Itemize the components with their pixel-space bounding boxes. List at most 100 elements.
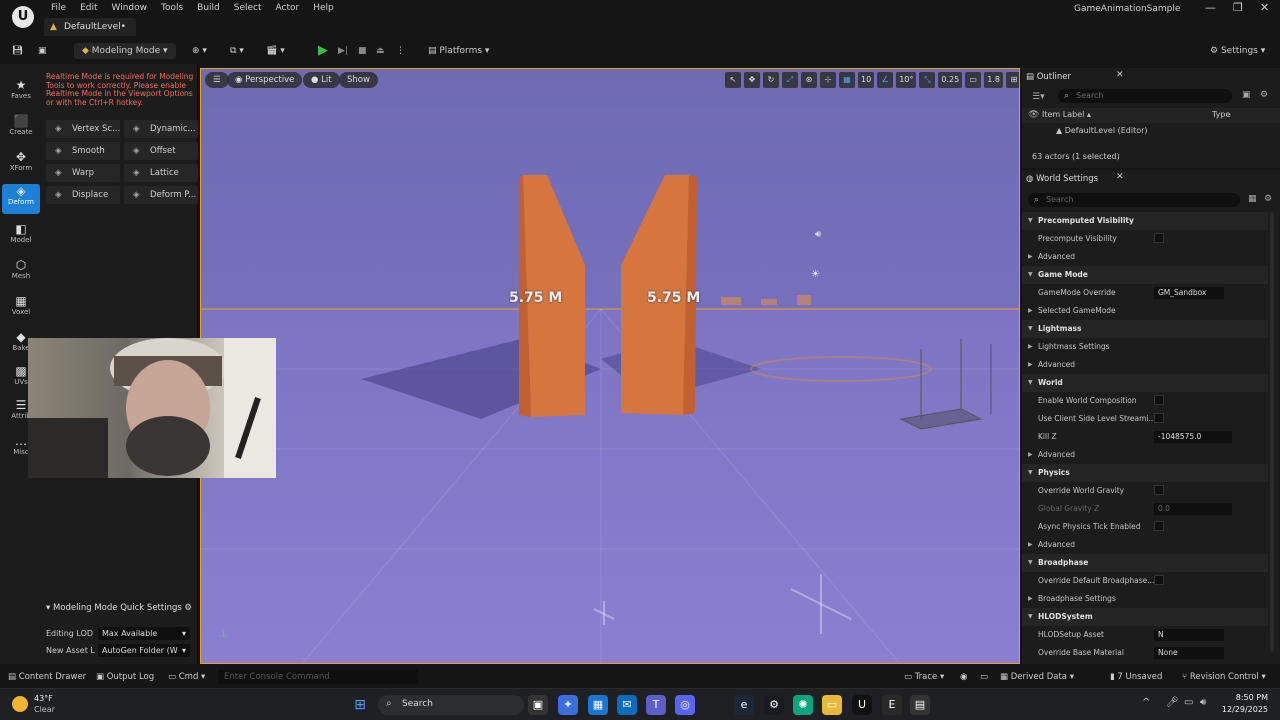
details-category[interactable]: ▼ HLODSystem: [1022, 608, 1268, 626]
tool-smooth[interactable]: ◈ Smooth: [46, 142, 120, 160]
unreal-logo-icon[interactable]: U: [12, 6, 34, 28]
derived-data-button[interactable]: ▦ Derived Data ▾: [1000, 668, 1074, 686]
category-faves[interactable]: ★ Faves: [2, 78, 40, 108]
world-space-icon[interactable]: ⊛: [801, 72, 817, 88]
close-icon[interactable]: ✕: [1116, 172, 1124, 182]
maximize-viewport-icon[interactable]: ⊞: [1005, 72, 1019, 88]
play-button[interactable]: ▶: [318, 43, 328, 59]
save-icon[interactable]: 💾︎: [12, 43, 23, 59]
tool-deform-p[interactable]: ◈ Deform P...: [124, 186, 198, 204]
expand-caret-icon[interactable]: ▶: [1028, 446, 1033, 464]
new-asset-select[interactable]: AutoGen Folder (W ▾: [98, 644, 190, 657]
menu-build[interactable]: Build: [190, 2, 227, 15]
revision-control-button[interactable]: ⑂ Revision Control ▾: [1182, 668, 1266, 686]
menu-actor[interactable]: Actor: [269, 2, 307, 15]
expand-caret-icon[interactable]: ▼: [1028, 212, 1033, 230]
gear-icon[interactable]: ⚙: [1260, 90, 1268, 100]
grid-snap-icon[interactable]: ▦: [839, 72, 855, 88]
cmd-dropdown[interactable]: ▭ Cmd ▾: [168, 668, 205, 686]
table-view-icon[interactable]: ▦: [1248, 194, 1257, 204]
rotation-snap-value[interactable]: 10°: [896, 72, 917, 88]
chatgpt-icon[interactable]: ✺: [793, 695, 813, 715]
property-select[interactable]: None: [1154, 647, 1224, 659]
menu-edit[interactable]: Edit: [73, 2, 104, 15]
mode-dropdown[interactable]: ◆ Modeling Mode ▾: [74, 43, 176, 59]
property-select[interactable]: GM_Sandbox: [1154, 287, 1224, 299]
close-window-button[interactable]: ✕: [1260, 1, 1269, 14]
edge-icon[interactable]: e: [734, 695, 754, 715]
camera-speed-icon[interactable]: ▭: [965, 72, 982, 88]
scale-snap-value[interactable]: 0.25: [938, 72, 963, 88]
expand-caret-icon[interactable]: ▼: [1028, 554, 1033, 572]
rotation-snap-icon[interactable]: ∠: [877, 72, 894, 88]
menu-tools[interactable]: Tools: [154, 2, 190, 15]
unsaved-button[interactable]: ▮ 7 Unsaved: [1110, 668, 1162, 686]
grid-snap-value[interactable]: 10: [858, 72, 875, 88]
content-drawer-button[interactable]: ▤ Content Drawer: [8, 668, 86, 686]
expand-caret-icon[interactable]: ▶: [1028, 248, 1033, 266]
blueprint-icon[interactable]: ⧉ ▾: [230, 43, 244, 59]
tool-vertex-sc[interactable]: ◈ Vertex Sc...: [46, 120, 120, 138]
property-checkbox[interactable]: [1154, 575, 1164, 587]
details-category[interactable]: ▼ Precomputed Visibility: [1022, 212, 1268, 230]
store-icon[interactable]: ▦: [588, 695, 608, 715]
gear-icon[interactable]: ⚙: [1264, 194, 1272, 204]
weather-icon[interactable]: [12, 696, 28, 712]
property-field[interactable]: 0.0: [1154, 503, 1232, 515]
quick-settings-header[interactable]: ▾ Modeling Mode Quick Settings ⚙: [42, 600, 198, 616]
property-field[interactable]: -1048575.0: [1154, 431, 1232, 443]
settings-button[interactable]: ⚙ Settings ▾: [1210, 43, 1265, 59]
rotate-tool-icon[interactable]: ↻: [763, 72, 779, 88]
camera-speed-value[interactable]: 1.8: [984, 72, 1003, 88]
menu-file[interactable]: File: [44, 2, 73, 15]
expand-caret-icon[interactable]: ▼: [1028, 320, 1033, 338]
advance-frame-button[interactable]: ▶|: [338, 43, 348, 59]
file-explorer-icon[interactable]: ▭: [822, 695, 842, 715]
windows-start-icon[interactable]: ⊞: [350, 695, 370, 715]
category-model[interactable]: ◧ Model: [2, 222, 40, 252]
viewport-menu-button[interactable]: ☰: [205, 72, 229, 88]
steam-icon[interactable]: ⚙: [764, 695, 784, 715]
details-row[interactable]: ▶ Advanced: [1022, 248, 1268, 266]
details-row[interactable]: ▶ Lightmass Settings: [1022, 338, 1268, 356]
property-checkbox[interactable]: [1154, 413, 1164, 425]
details-row[interactable]: ▶ Broadphase Settings: [1022, 590, 1268, 608]
clock-time[interactable]: 8:50 PM: [1212, 693, 1268, 702]
expand-caret-icon[interactable]: ▶: [1028, 356, 1033, 374]
details-row[interactable]: ▶ Selected GameMode: [1022, 302, 1268, 320]
expand-caret-icon[interactable]: ▶: [1028, 302, 1033, 320]
category-voxel[interactable]: ▦ Voxel: [2, 294, 40, 324]
move-tool-icon[interactable]: ✥: [744, 72, 760, 88]
property-checkbox[interactable]: [1154, 233, 1164, 245]
minimize-button[interactable]: —: [1205, 1, 1216, 14]
outlook-icon[interactable]: ✉: [617, 695, 637, 715]
eject-button[interactable]: ⏏: [376, 43, 385, 59]
discord-icon[interactable]: ◎: [675, 695, 695, 715]
play-options-icon[interactable]: ⋮: [396, 43, 405, 59]
close-icon[interactable]: ✕: [1116, 70, 1124, 80]
select-tool-icon[interactable]: ↖: [725, 72, 741, 88]
editing-lod-select[interactable]: Max Available ▾: [98, 627, 190, 640]
tool-displace[interactable]: ◈ Displace: [46, 186, 120, 204]
derived-data-icon[interactable]: ▭: [980, 668, 988, 686]
tool-offset[interactable]: ◈ Offset: [124, 142, 198, 160]
type-header[interactable]: Type: [1212, 110, 1230, 119]
scale-snap-icon[interactable]: ⤡: [919, 72, 936, 88]
expand-caret-icon[interactable]: ▶: [1028, 338, 1033, 356]
details-search-input[interactable]: Search: [1028, 193, 1240, 207]
add-actor-icon[interactable]: ⊕ ▾: [192, 43, 207, 59]
trace-button[interactable]: ▭ Trace ▾: [904, 668, 944, 686]
level-viewport[interactable]: ☰ ◉ Perspective ● Lit Show ↖ ✥ ↻ ⤢ ⊛ ⊹ ▦…: [200, 68, 1020, 664]
property-checkbox[interactable]: [1154, 395, 1164, 407]
unreal-taskbar-icon[interactable]: U: [852, 695, 872, 715]
property-checkbox[interactable]: [1154, 485, 1164, 497]
filter-icon[interactable]: ☰▾: [1032, 92, 1045, 102]
teams-icon[interactable]: T: [646, 695, 666, 715]
menu-help[interactable]: Help: [306, 2, 341, 15]
details-row[interactable]: ▶ Advanced: [1022, 356, 1268, 374]
details-scrollbar[interactable]: [1270, 212, 1274, 652]
category-create[interactable]: ⬛ Create: [2, 114, 40, 144]
tray-chevron-icon[interactable]: ^: [1142, 697, 1150, 708]
gear-icon[interactable]: ⚙: [184, 600, 192, 616]
tool-dynamic[interactable]: ◈ Dynamic...: [124, 120, 198, 138]
